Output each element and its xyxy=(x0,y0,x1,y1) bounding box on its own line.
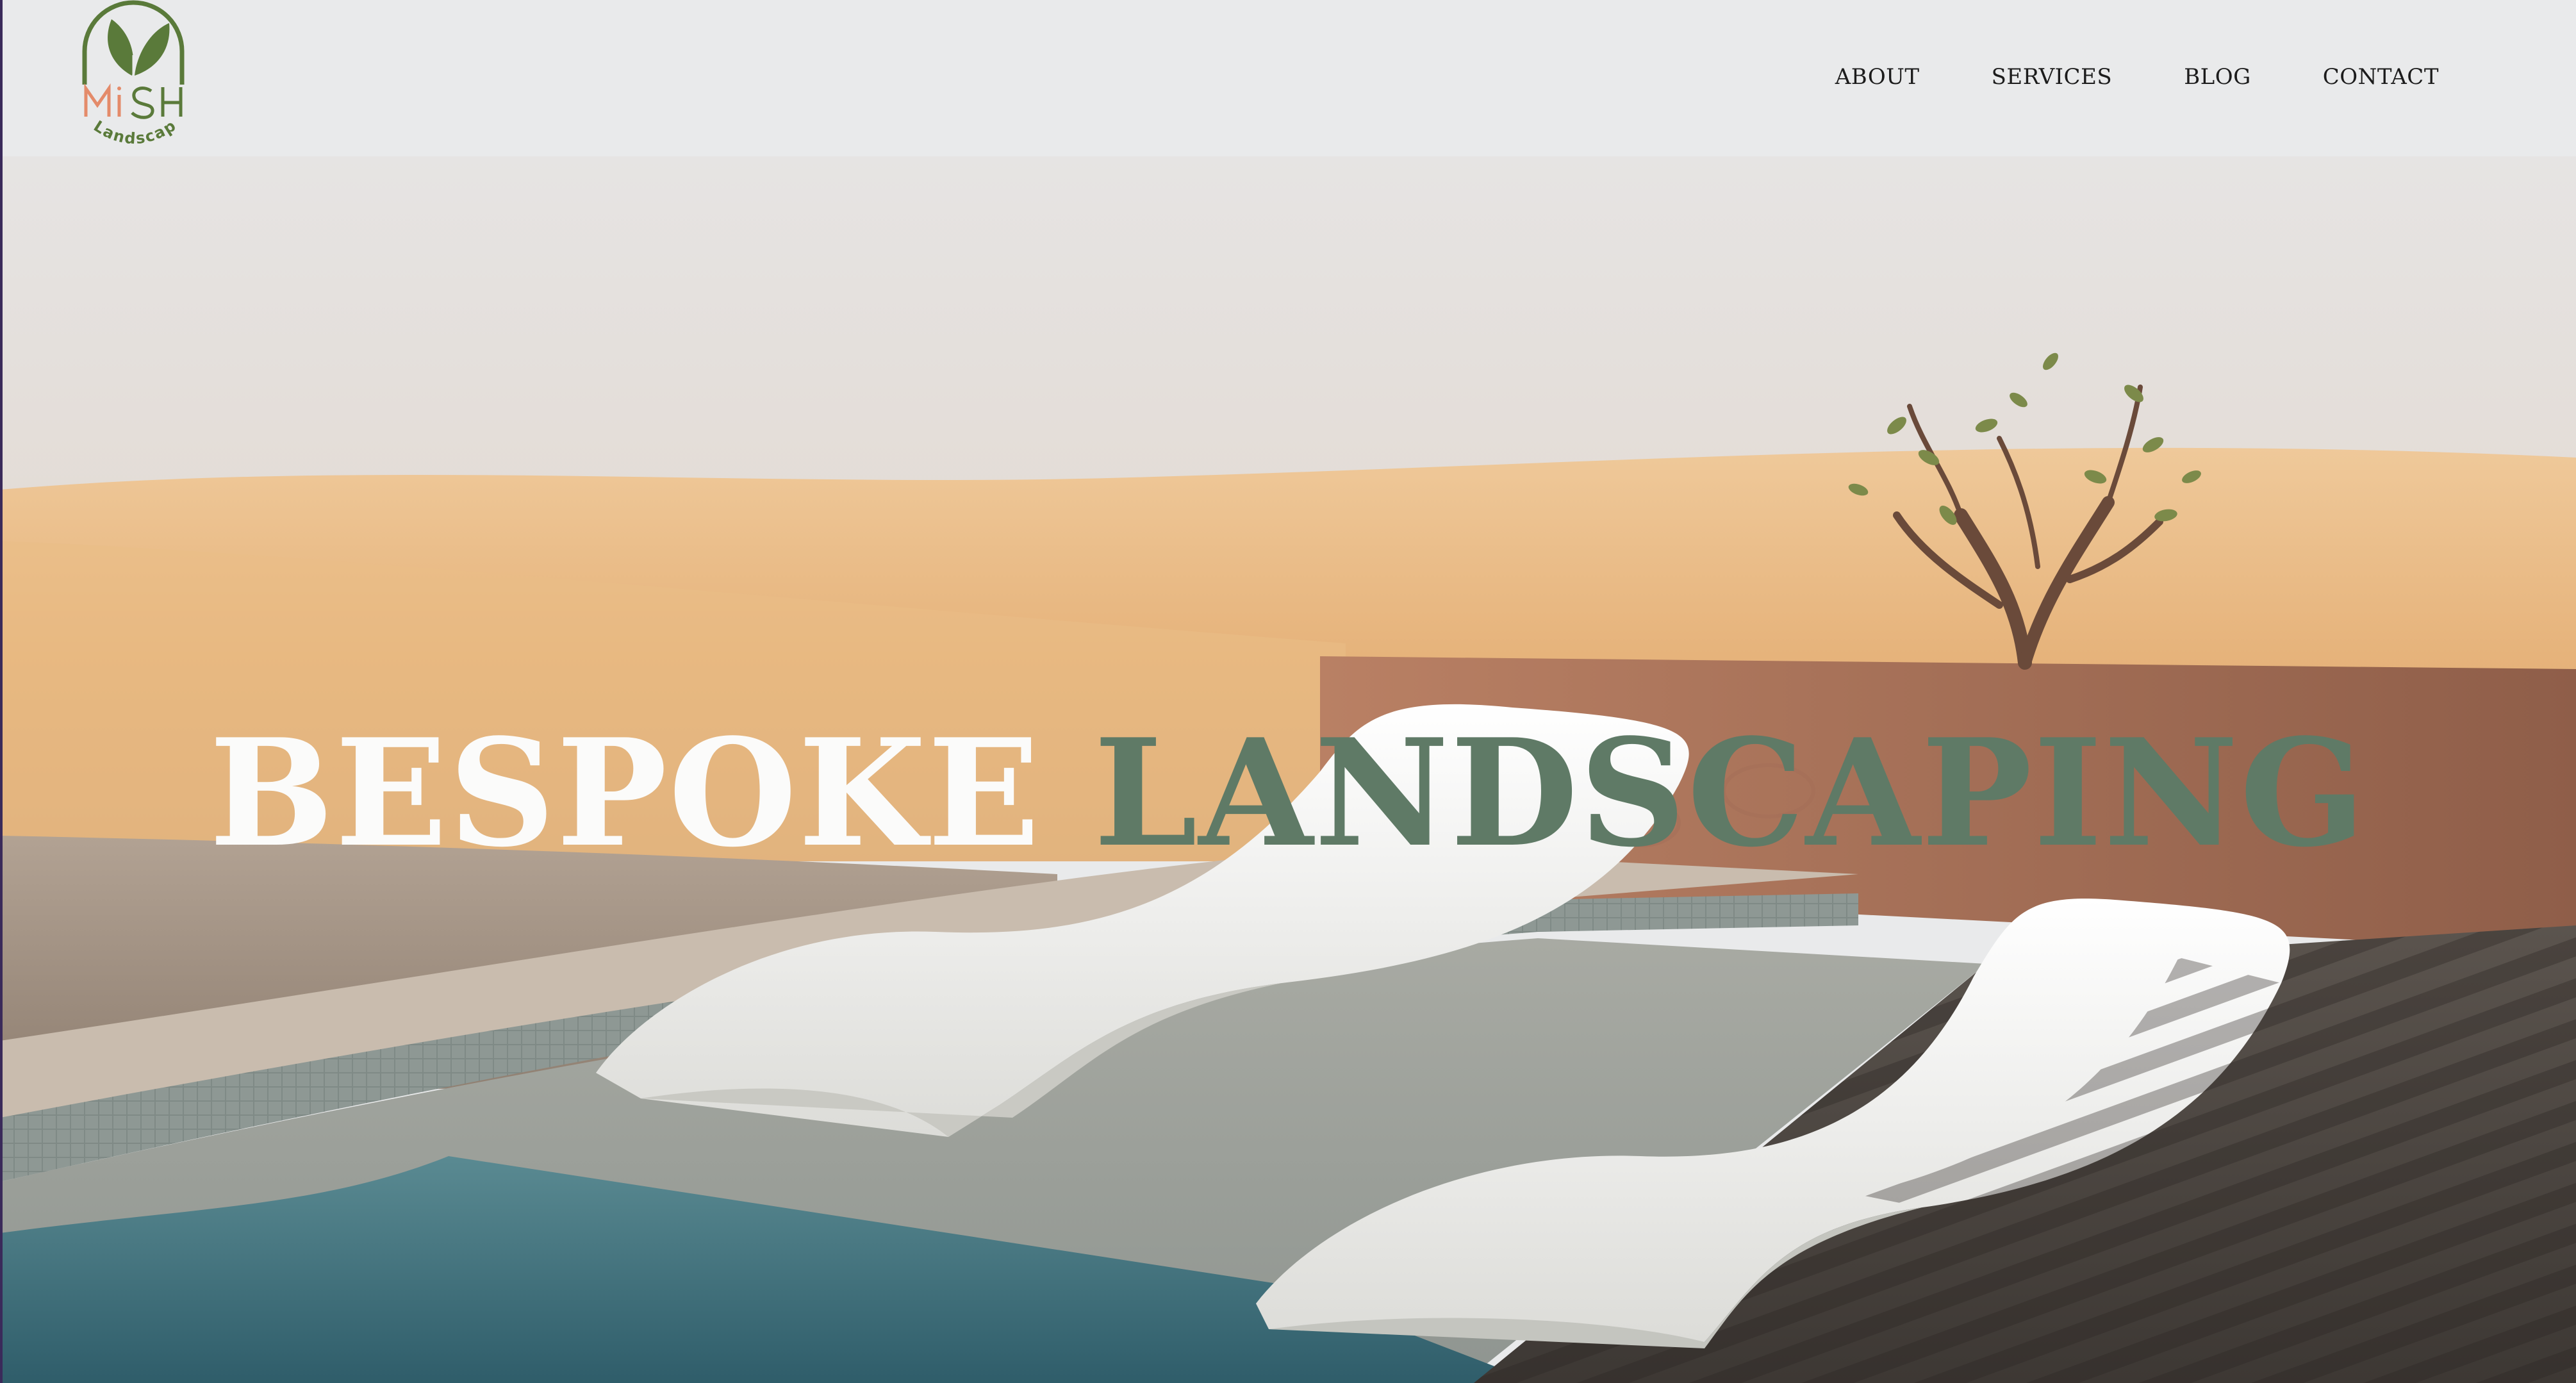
mish-landscape-logo-icon: Landscape xyxy=(76,0,185,147)
hero-headline-word-landscaping: LANDSCAPING xyxy=(1093,707,2367,881)
hero-headline-word-bespoke: BESPOKE xyxy=(209,707,1041,881)
main-nav: ABOUT SERVICES BLOG CONTACT xyxy=(1835,59,2439,95)
logo-link[interactable]: Landscape xyxy=(76,0,191,156)
hero-section: BESPOKE LANDSCAPING xyxy=(0,156,2576,1383)
nav-about-link[interactable]: ABOUT xyxy=(1835,59,1920,95)
hero-headline: BESPOKE LANDSCAPING xyxy=(0,710,2576,877)
site-header: Landscape ABOUT SERVICES BLOG CONTACT xyxy=(0,0,2576,156)
window-edge xyxy=(0,0,3,1383)
page: Landscape ABOUT SERVICES BLOG CONTACT xyxy=(0,0,2576,1383)
svg-text:Landscape: Landscape xyxy=(76,0,180,147)
nav-services-link[interactable]: SERVICES xyxy=(1992,59,2113,95)
nav-contact-link[interactable]: CONTACT xyxy=(2323,59,2439,95)
nav-blog-link[interactable]: BLOG xyxy=(2184,59,2251,95)
